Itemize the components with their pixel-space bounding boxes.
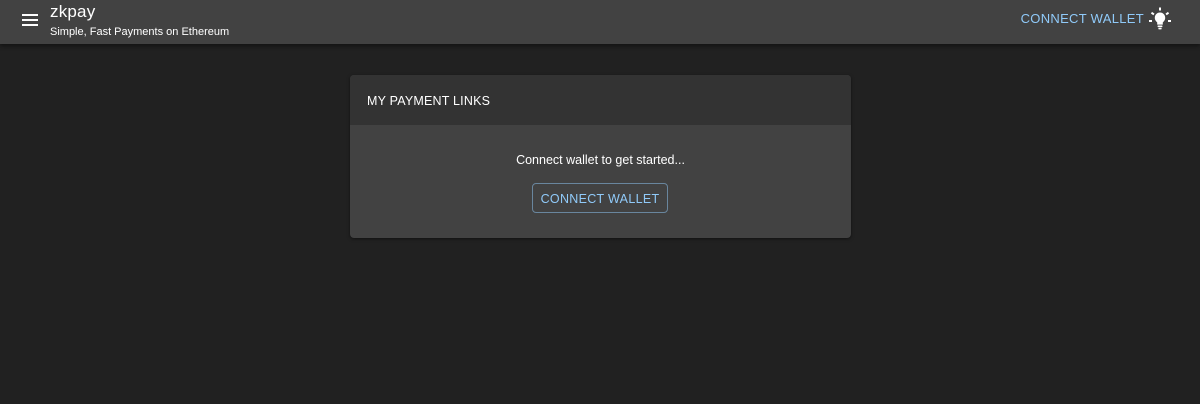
hamburger-menu-icon [22,14,38,16]
hamburger-menu-icon-line [22,19,38,21]
app-title: zkpay [50,2,96,21]
lightbulb-icon [1149,7,1171,30]
card-title: MY PAYMENT LINKS [367,94,491,108]
app-bar: zkpay Simple, Fast Payments on Ethereum … [0,0,1200,44]
card-body: Connect wallet to get started... CONNECT… [350,125,851,238]
connect-prompt-text: Connect wallet to get started... [516,153,685,167]
connect-wallet-button[interactable]: CONNECT WALLET [1021,10,1144,28]
menu-button[interactable] [20,10,40,30]
theme-toggle-button[interactable] [1148,7,1172,31]
card-header: MY PAYMENT LINKS [350,75,851,125]
app-subtitle: Simple, Fast Payments on Ethereum [50,26,230,38]
hamburger-menu-icon-line [22,24,38,26]
payment-links-card: MY PAYMENT LINKS Connect wallet to get s… [350,75,851,238]
card-connect-wallet-button[interactable]: CONNECT WALLET [532,183,668,213]
